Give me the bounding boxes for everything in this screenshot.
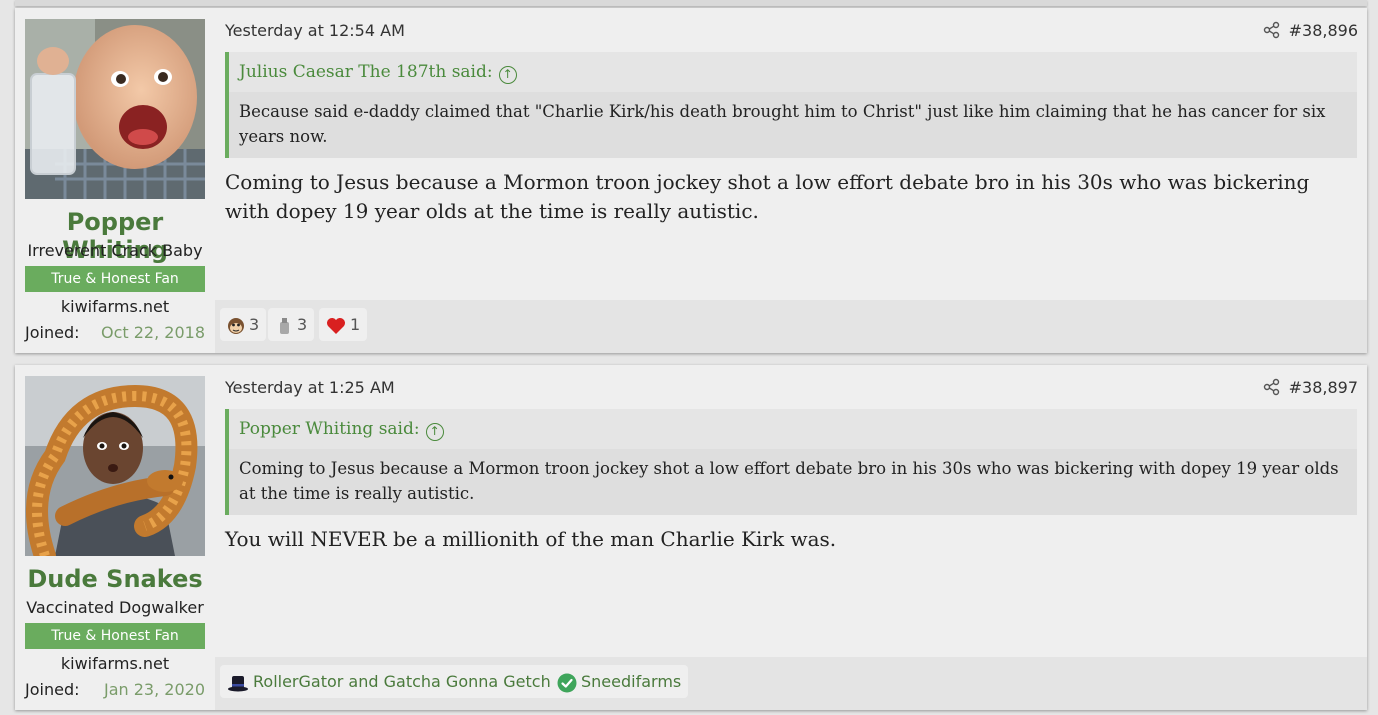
reaction-monkey[interactable]: 3 bbox=[220, 308, 267, 341]
reaction-count: 1 bbox=[350, 315, 361, 334]
joined-date: Oct 22, 2018 bbox=[101, 323, 205, 342]
gray-bottle-icon bbox=[280, 317, 289, 334]
user-site: kiwifarms.net bbox=[60, 654, 170, 673]
post-number[interactable]: #38,896 bbox=[1289, 21, 1358, 40]
man-with-snake-avatar-icon bbox=[25, 376, 205, 556]
share-icon[interactable] bbox=[1263, 378, 1281, 396]
post-date[interactable]: Yesterday at 1:25 AM bbox=[225, 378, 395, 397]
reactor-list-2[interactable]: Sneedifarms bbox=[550, 665, 689, 698]
reactor-list-1[interactable]: RollerGator and Gatcha Gonna Getcha bbox=[220, 665, 568, 698]
quote-text: Coming to Jesus because a Mormon troon j… bbox=[229, 449, 1357, 515]
post-38897: Dude Snakes Vaccinated Dogwalker True & … bbox=[15, 365, 1367, 710]
previous-post-edge bbox=[15, 0, 1367, 6]
quote-block: Popper Whiting said: ↑ Coming to Jesus be… bbox=[225, 409, 1357, 515]
post-date[interactable]: Yesterday at 12:54 AM bbox=[225, 21, 405, 40]
reaction-count: 3 bbox=[297, 315, 308, 334]
user-panel: Dude Snakes Vaccinated Dogwalker True & … bbox=[15, 365, 215, 710]
arrow-up-circle-icon[interactable]: ↑ bbox=[425, 423, 444, 441]
laughing-baby-avatar-icon bbox=[25, 19, 205, 199]
quote-text: Because said e-daddy claimed that "Charl… bbox=[229, 92, 1357, 158]
monkey-face-icon bbox=[228, 317, 244, 334]
quote-author[interactable]: Popper Whiting said: bbox=[239, 419, 420, 439]
top-hat-icon bbox=[228, 675, 248, 691]
quote-author[interactable]: Julius Caesar The 187th said: bbox=[239, 62, 493, 82]
user-title: Irreverent Crack Baby bbox=[27, 241, 203, 260]
user-site: kiwifarms.net bbox=[60, 297, 170, 316]
post-main: Yesterday at 12:54 AM #38,896 Julius Cae… bbox=[215, 8, 1367, 353]
user-panel: Popper Whiting Irreverent Crack Baby Tru… bbox=[15, 8, 215, 353]
quote-attribution[interactable]: Popper Whiting said: ↑ bbox=[229, 409, 1357, 449]
username[interactable]: Dude Snakes bbox=[15, 565, 215, 593]
reaction-bottle[interactable]: 3 bbox=[268, 308, 315, 341]
heart-icon bbox=[327, 317, 345, 334]
quote-block: Julius Caesar The 187th said: ↑ Because s… bbox=[225, 52, 1357, 158]
joined-label: Joined: bbox=[25, 323, 80, 342]
reaction-heart[interactable]: 1 bbox=[319, 308, 368, 341]
joined-label: Joined: bbox=[25, 680, 80, 699]
post-38896: Popper Whiting Irreverent Crack Baby Tru… bbox=[15, 8, 1367, 353]
reaction-count: 3 bbox=[249, 315, 260, 334]
check-badge-icon bbox=[557, 673, 577, 692]
user-title: Vaccinated Dogwalker bbox=[26, 598, 204, 617]
reactor-names[interactable]: Sneedifarms bbox=[581, 672, 681, 691]
reaction-bar: RollerGator and Gatcha Gonna Getcha Snee… bbox=[215, 657, 1367, 710]
post-message: You will NEVER be a millionith of the ma… bbox=[225, 527, 837, 551]
share-icon[interactable] bbox=[1263, 21, 1281, 39]
avatar[interactable] bbox=[25, 19, 205, 199]
arrow-up-circle-icon[interactable]: ↑ bbox=[498, 66, 517, 84]
post-number[interactable]: #38,897 bbox=[1289, 378, 1358, 397]
reaction-bar: 3 3 1 bbox=[215, 300, 1367, 353]
joined-date: Jan 23, 2020 bbox=[104, 680, 205, 699]
user-banner: True & Honest Fan bbox=[25, 623, 205, 649]
quote-attribution[interactable]: Julius Caesar The 187th said: ↑ bbox=[229, 52, 1357, 92]
avatar[interactable] bbox=[25, 376, 205, 556]
user-banner: True & Honest Fan bbox=[25, 266, 205, 292]
reactor-names[interactable]: RollerGator and Gatcha Gonna Getcha bbox=[253, 672, 561, 691]
post-main: Yesterday at 1:25 AM #38,897 Popper Whit… bbox=[215, 365, 1367, 710]
post-message: Coming to Jesus because a Mormon troon j… bbox=[225, 170, 1310, 223]
